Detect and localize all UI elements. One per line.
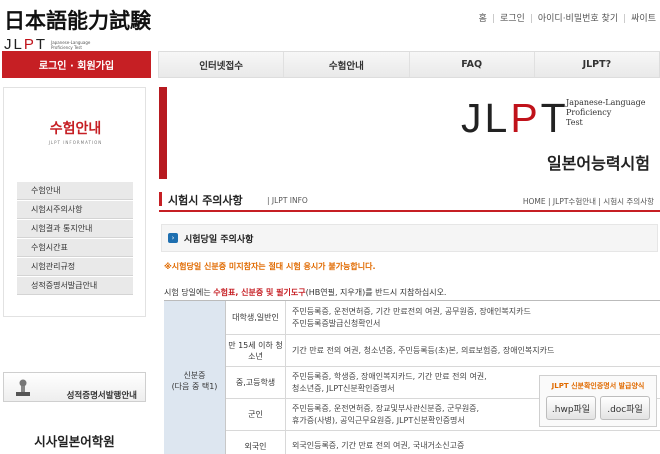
- table-row: 외국인 외국인등록증, 기간 만료 전의 여권, 국내거소신고증: [226, 431, 660, 454]
- breadcrumb: HOME | JLPT수험안내 | 시험시 주의사항: [522, 197, 654, 206]
- intro-text: 시험 당일에는 수험표, 신분증 및 필기도구(HB연필, 지우개)를 반드시 …: [164, 288, 447, 297]
- category-cell: 신분증 (다음 중 택1): [164, 301, 226, 454]
- top-links: 홈 | 로그인 | 아이디·비밀번호 찾기 | 싸이트: [478, 14, 656, 24]
- row-docs: 주민등록증, 운전면허증, 장교및부사관신분증, 군무원증, 휴가증(사병), 공…: [292, 403, 480, 425]
- table-row: 대학생,일반인 주민등록증, 운전면허증, 기간 만료전의 여권, 공무원증, …: [226, 301, 660, 335]
- nav-menu: 인터넷접수 수험안내 FAQ JLPT?: [158, 51, 660, 78]
- main-nav: 로그인 · 회원가입 인터넷접수 수험안내 FAQ JLPT?: [0, 51, 660, 78]
- sidebar-menu: 수험안내 시험시주의사항 시험결과 통지안내 수험시간표 시험관리규정 성적증명…: [17, 182, 133, 296]
- sidebar-item-exam-guide[interactable]: 수험안내: [17, 182, 133, 200]
- sidebar-item-exam-precautions[interactable]: 시험시주의사항: [17, 201, 133, 219]
- subsection-header: › 시험당일 주의사항: [161, 224, 658, 252]
- top-link-find-account[interactable]: 아이디·비밀번호 찾기: [538, 14, 618, 24]
- row-docs: 외국인등록증, 기간 만료 전의 여권, 국내거소신고증: [292, 441, 465, 450]
- row-group: 군인: [226, 399, 286, 430]
- row-group: 만 15세 이하 청소년: [226, 335, 286, 366]
- top-link-sitemap[interactable]: 싸이트: [631, 14, 656, 24]
- sidebar-item-timetable[interactable]: 수험시간표: [17, 239, 133, 257]
- nav-item-jlpt[interactable]: JLPT?: [535, 52, 659, 77]
- site-logo[interactable]: 日本語能力試験 JLPT Japanese-Language Proficien…: [4, 5, 151, 53]
- certificate-banner-label: 성적증명서발행안내: [66, 391, 137, 401]
- login-signup-button[interactable]: 로그인 · 회원가입: [2, 51, 151, 78]
- row-docs: 주민등록증, 운전면허증, 기간 만료전의 여권, 공무원증, 장애인복지카드 주…: [292, 306, 531, 328]
- nav-item-exam-guide[interactable]: 수험안내: [284, 52, 410, 77]
- row-group: 대학생,일반인: [226, 301, 286, 334]
- sidebar-item-regulations[interactable]: 시험관리규정: [17, 258, 133, 276]
- row-group: 중,고등학생: [226, 367, 286, 398]
- banner-korean-title: 일본어능력시험: [546, 154, 650, 173]
- table-row: 만 15세 이하 청소년 기간 만료 전의 여권, 청소년증, 주민등록등(초)…: [226, 335, 660, 367]
- top-link-home[interactable]: 홈: [479, 14, 487, 24]
- nav-item-faq[interactable]: FAQ: [410, 52, 535, 77]
- logo-title: 日本語能力試験: [4, 8, 151, 33]
- sidebar-subtitle: JLPT INFORMATION: [48, 140, 103, 145]
- logo-tagline: Japanese-Language Proficiency Test: [51, 39, 91, 50]
- banner-jlpt-logo: JLPT: [461, 95, 569, 141]
- row-docs: 주민등록증, 학생증, 장애인복지카드, 기간 만료 전의 여권, 청소년증, J…: [292, 371, 487, 393]
- stamp-icon: [16, 379, 30, 396]
- page-subtitle: | JLPT INFO: [267, 196, 308, 205]
- download-hwp-button[interactable]: .hwp파일: [546, 396, 596, 420]
- row-docs: 기간 만료 전의 여권, 청소년증, 주민등록등(초)본, 의료보험증, 장애인…: [292, 345, 555, 355]
- warning-text: ※시험당일 신분증 미지참자는 절대 시험 응시가 불가능합니다.: [164, 262, 376, 271]
- banner-accent: [159, 87, 167, 179]
- nav-item-online-registration[interactable]: 인터넷접수: [159, 52, 285, 77]
- arrow-icon: ›: [168, 233, 178, 243]
- download-form-title: JLPT 신분확인증명서 발급양식: [551, 382, 645, 390]
- page-title: 시험시 주의사항: [168, 194, 243, 207]
- hero-banner: JLPT Japanese-Language Proficiency Test 일본…: [159, 87, 660, 179]
- sidebar-item-results-notice[interactable]: 시험결과 통지안내: [17, 220, 133, 238]
- sidebar-title: 수험안내: [49, 121, 102, 137]
- section-header: 시험시 주의사항 | JLPT INFO HOME | JLPT수험안내 | 시…: [159, 190, 660, 212]
- subsection-title: 시험당일 주의사항: [184, 235, 254, 245]
- download-doc-button[interactable]: .doc파일: [600, 396, 650, 420]
- top-link-login[interactable]: 로그인: [500, 14, 525, 24]
- certificate-banner[interactable]: 성적증명서발행안내: [3, 372, 146, 402]
- banner-english-name: Japanese-Language Proficiency Test: [566, 98, 646, 127]
- download-form-box: JLPT 신분확인증명서 발급양식 .hwp파일 .doc파일: [539, 375, 657, 427]
- sidebar-item-certificate[interactable]: 성적증명서발급안내: [17, 277, 133, 295]
- row-group: 외국인: [226, 431, 286, 454]
- section-marker: [159, 192, 162, 206]
- academy-banner[interactable]: 시사일본어학원: [3, 431, 146, 450]
